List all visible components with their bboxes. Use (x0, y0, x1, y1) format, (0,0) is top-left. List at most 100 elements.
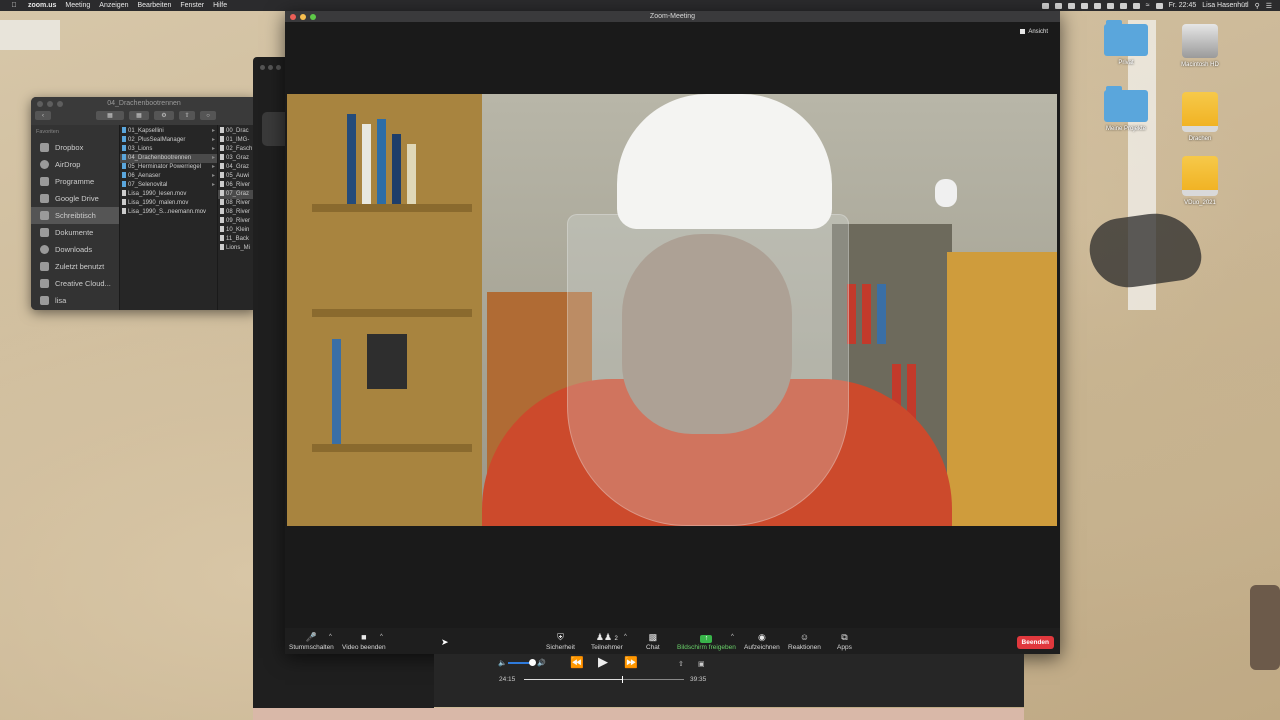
file-name: 03_Graz (226, 155, 250, 161)
volume-high-icon[interactable]: 🔊 (537, 659, 546, 667)
status-icon[interactable] (1067, 2, 1075, 9)
group-button[interactable]: ▦ (129, 111, 149, 120)
file-name: 07_Graz (226, 191, 250, 197)
reactions-button[interactable]: ☺ Reaktionen (788, 632, 821, 651)
desktop-folder-meine-projekte[interactable]: Meine Projekte (1096, 86, 1156, 132)
list-item[interactable]: 04_Graz (218, 163, 257, 172)
list-item[interactable]: 08_River (218, 208, 257, 217)
menu-user[interactable]: Lisa Hasenhütl (1202, 2, 1248, 9)
chevron-up-icon[interactable]: ^ (329, 634, 332, 640)
menu-bearbeiten[interactable]: Bearbeiten (138, 2, 172, 9)
control-center-icon[interactable] (1155, 2, 1163, 9)
tag-icon[interactable]: ○ (200, 111, 216, 120)
list-item[interactable]: 09_River (218, 217, 257, 226)
sidebar-item-lisa[interactable]: lisa (31, 292, 119, 309)
desktop-drive-macintosh-hd[interactable]: Macintosh HD (1170, 24, 1230, 68)
play-button[interactable]: ▶ (598, 654, 608, 670)
status-icon[interactable] (1093, 2, 1101, 9)
sidebar-item-zuletzt-benutzt[interactable]: Zuletzt benutzt (31, 258, 119, 275)
playback-scrubber-knob[interactable] (621, 676, 623, 683)
desktop-drive-vduo[interactable]: VDuo_2021 (1170, 156, 1230, 206)
file-name: 06_River (226, 182, 251, 188)
sidebar-item-dropbox[interactable]: Dropbox (31, 139, 119, 156)
sidebar-item-creative-cloud[interactable]: Creative Cloud... (31, 275, 119, 292)
view-mode-control[interactable]: ▦ (96, 111, 124, 120)
list-item[interactable]: 04_Drachenbootrennen ▸ (120, 154, 218, 163)
menu-hilfe[interactable]: Hilfe (213, 2, 227, 9)
menu-meeting[interactable]: Meeting (65, 2, 90, 9)
sidebar-item-schreibtisch[interactable]: Schreibtisch (31, 207, 119, 224)
list-item[interactable]: 00_Drac (218, 127, 257, 136)
list-item[interactable]: 02_PlusSealManager ▸ (120, 136, 218, 145)
sidebar-item-downloads[interactable]: Downloads (31, 241, 119, 258)
chevron-up-icon[interactable]: ^ (624, 634, 627, 640)
list-item[interactable]: 02_Fasch (218, 145, 257, 154)
list-item[interactable]: 06_Aenaser ▸ (120, 172, 218, 181)
share-icon[interactable]: ⇧ (678, 660, 684, 668)
list-item[interactable]: Lisa_1990_lesen.mov (120, 190, 218, 199)
sidebar-item-google-drive[interactable]: Google Drive (31, 190, 119, 207)
minimize-button[interactable] (268, 65, 273, 70)
sidebar-item-airdrop[interactable]: AirDrop (31, 156, 119, 173)
share-icon[interactable]: ⇧ (179, 111, 195, 120)
file-icon (220, 217, 224, 223)
list-item[interactable]: 06_River (218, 181, 257, 190)
zoom-button[interactable] (276, 65, 281, 70)
chat-button[interactable]: ▩ Chat (646, 632, 660, 651)
list-item[interactable]: Lions_Mi (218, 244, 257, 253)
list-item[interactable]: 03_Lions ▸ (120, 145, 218, 154)
list-item[interactable]: 03_Graz (218, 154, 257, 163)
action-gear-icon[interactable]: ⚙ (154, 111, 174, 120)
finder-titlebar[interactable]: 04_Drachenbootrennen ‹ ▦ ▦ ⚙ ⇧ ○ (31, 97, 257, 125)
list-item[interactable]: 01_Kapsellini ▸ (120, 127, 218, 136)
menu-clock[interactable]: Fr. 22:45 (1169, 2, 1197, 9)
desktop-folder-privat[interactable]: Privat (1096, 20, 1156, 66)
participants-button[interactable]: ♟♟ 2 Teilnehmer (591, 632, 623, 651)
sidebar-item-dokumente[interactable]: Dokumente (31, 224, 119, 241)
view-button[interactable]: Ansicht (1016, 27, 1052, 36)
record-button[interactable]: ◉ Aufzeichnen (744, 632, 780, 651)
security-button[interactable]: ⛨ Sicherheit (546, 632, 575, 651)
menu-anzeigen[interactable]: Anzeigen (99, 2, 128, 9)
desktop-drive-drachen[interactable]: Drachen (1170, 92, 1230, 142)
volume-low-icon[interactable]: 🔈 (498, 659, 507, 667)
list-item[interactable]: 07_Selenovital ▸ (120, 181, 218, 190)
playback-scrubber[interactable] (524, 676, 684, 683)
list-item[interactable]: 08_River (218, 199, 257, 208)
list-item[interactable]: 10_Klein (218, 226, 257, 235)
end-meeting-button[interactable]: Beenden (1016, 636, 1054, 649)
status-icon[interactable] (1080, 2, 1088, 9)
notification-center-icon[interactable]: ☰ (1266, 2, 1272, 10)
sidebar-item-programme[interactable]: Programme (31, 173, 119, 190)
share-screen-button[interactable]: ↑ Bildschirm freigeben (677, 632, 736, 651)
list-item[interactable]: Lisa_1990_malen.mov (120, 199, 218, 208)
list-item[interactable]: 07_Graz (218, 190, 257, 199)
fast-forward-button[interactable]: ⏩ (624, 656, 638, 669)
chevron-up-icon[interactable]: ^ (731, 634, 734, 640)
picture-in-picture-icon[interactable]: ▣ (698, 660, 705, 668)
list-item[interactable]: 11_Back (218, 235, 257, 244)
wifi-icon[interactable]: ≈ (1146, 2, 1150, 9)
list-item[interactable]: 01_IMG- (218, 136, 257, 145)
apple-menu-icon[interactable]:  (10, 2, 18, 9)
close-button[interactable] (260, 65, 265, 70)
mute-button[interactable]: 🎤 Stummschalten (289, 632, 334, 651)
battery-icon[interactable] (1119, 2, 1127, 9)
zoom-titlebar[interactable]: Zoom-Meeting (285, 11, 1060, 22)
list-item[interactable]: 05_Herminator Powerriegel ▸ (120, 163, 218, 172)
apps-button[interactable]: ⧉ Apps (837, 632, 852, 651)
spotlight-search-icon[interactable]: ⚲ (1255, 2, 1260, 10)
status-icon[interactable] (1054, 2, 1062, 9)
chevron-up-icon[interactable]: ^ (380, 634, 383, 640)
back-button[interactable]: ‹ (35, 111, 51, 120)
menu-fenster[interactable]: Fenster (180, 2, 204, 9)
list-item[interactable]: Lisa_1990_S...neemann.mov (120, 208, 218, 217)
volume-slider-knob[interactable] (529, 659, 536, 666)
menu-app-name[interactable]: zoom.us (28, 2, 56, 9)
status-icon[interactable] (1041, 2, 1049, 9)
participant-video[interactable] (287, 94, 1057, 526)
bluetooth-icon[interactable] (1132, 2, 1140, 9)
rewind-button[interactable]: ⏪ (570, 656, 584, 669)
status-icon[interactable] (1106, 2, 1114, 9)
list-item[interactable]: 05_Auwi (218, 172, 257, 181)
